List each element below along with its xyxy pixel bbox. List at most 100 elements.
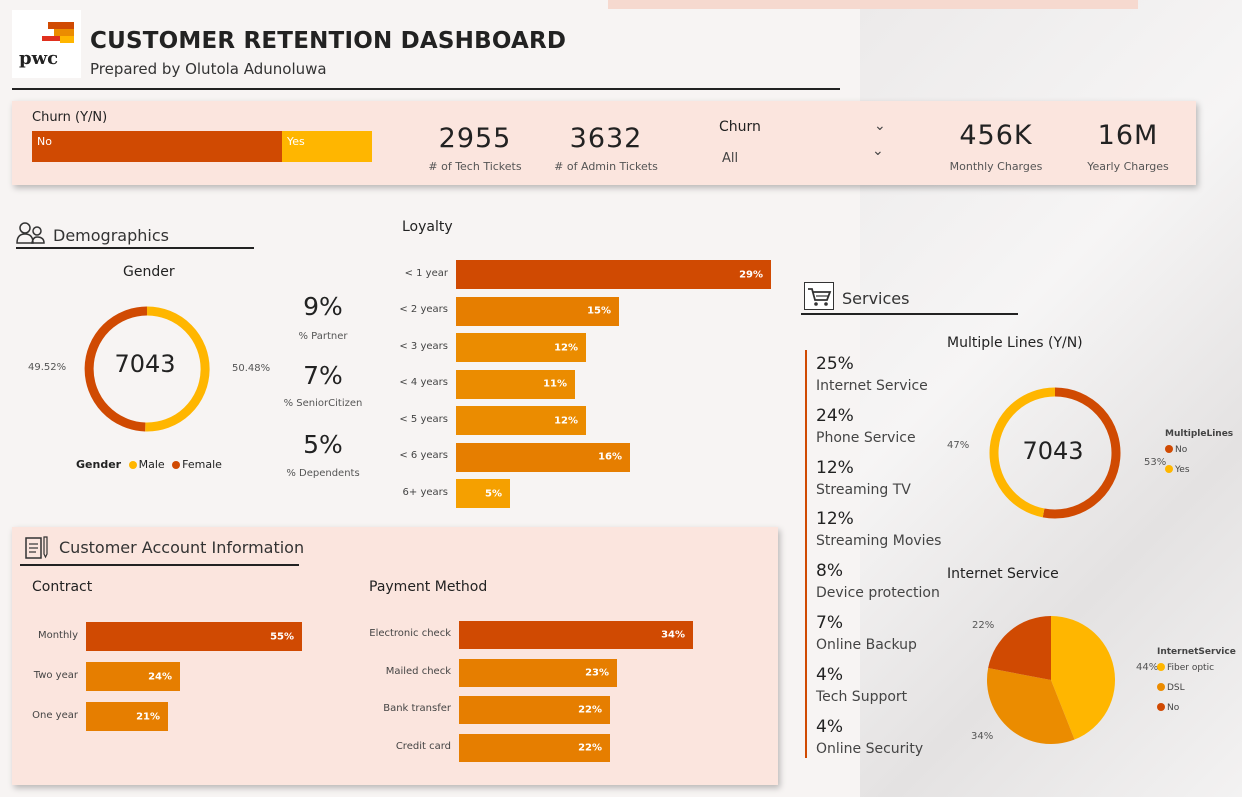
legend-dot-male: [128, 461, 137, 469]
contract-label: Monthly: [37, 629, 78, 641]
loyalty-bar[interactable]: 16%: [456, 442, 630, 472]
multiple-lines-yes-pct: 47%: [947, 440, 970, 451]
legend-dot-no-internet: [1157, 703, 1165, 711]
legend-no-label: No: [1175, 445, 1188, 455]
page-subtitle: Prepared by Olutola Adunoluwa: [90, 60, 327, 78]
page-title: CUSTOMER RETENTION DASHBOARD: [90, 28, 567, 54]
dependents-value: 5%: [303, 430, 343, 459]
legend-dot-fiber: [1157, 663, 1165, 671]
legend-dot-dsl: [1157, 683, 1165, 691]
internet-no-pct: 22%: [972, 620, 995, 631]
gender-legend-female[interactable]: Female: [168, 458, 222, 471]
loyalty-value-label: 5%: [485, 488, 502, 499]
contract-chart-title: Contract: [32, 579, 93, 595]
legend-female-label: Female: [182, 458, 222, 471]
gender-legend-title: Gender: [76, 458, 122, 471]
contract-bar[interactable]: 21%: [86, 702, 168, 731]
payment-value-label: 22%: [578, 742, 602, 753]
tech-tickets-value: 2955: [438, 123, 512, 154]
loyalty-label: 6+ years: [402, 486, 448, 498]
account-section-title: Customer Account Information: [59, 538, 305, 557]
payment-label: Mailed check: [385, 665, 451, 677]
multiple-lines-legend-no[interactable]: No: [1165, 445, 1187, 455]
churn-no-segment[interactable]: No: [32, 131, 282, 162]
demographics-section-title: Demographics: [53, 226, 169, 245]
gender-legend-male[interactable]: Male: [125, 458, 165, 471]
multiple-lines-legend-yes[interactable]: Yes: [1165, 465, 1190, 475]
loyalty-bar[interactable]: 12%: [456, 406, 586, 435]
loyalty-bar[interactable]: 12%: [456, 333, 586, 362]
loyalty-label: < 3 years: [399, 340, 448, 352]
partner-value: 9%: [303, 292, 343, 321]
services-section-title: Services: [842, 289, 910, 308]
loyalty-value-label: 12%: [554, 415, 578, 426]
loyalty-bar[interactable]: 29%: [456, 260, 771, 289]
internet-service-title: Internet Service: [947, 566, 1059, 582]
pwc-logo: pwc: [12, 10, 81, 78]
payment-chart-title: Payment Method: [369, 579, 488, 595]
loyalty-value-label: 11%: [543, 378, 567, 390]
internet-fiber-pct: 44%: [1136, 662, 1159, 673]
service-pct: 4%: [816, 664, 843, 685]
multiple-lines-total: 7043: [1022, 437, 1084, 465]
demographics-underline: [16, 247, 254, 249]
legend-fiber-label: Fiber optic: [1167, 663, 1215, 673]
service-label: Phone Service: [816, 429, 916, 446]
internet-legend-fiber[interactable]: Fiber optic: [1157, 663, 1214, 673]
internet-legend-dsl[interactable]: DSL: [1157, 683, 1185, 693]
loyalty-label: < 5 years: [399, 413, 448, 425]
dependents-label: % Dependents: [286, 468, 360, 479]
internet-service-pie-chart[interactable]: [986, 615, 1116, 745]
shopping-cart-icon: [804, 282, 834, 310]
payment-bar[interactable]: 22%: [459, 696, 610, 724]
contract-bar[interactable]: 24%: [86, 662, 180, 691]
multiple-lines-legend-title: MultipleLines: [1165, 429, 1234, 439]
internet-legend-no[interactable]: No: [1157, 703, 1179, 713]
loyalty-bar[interactable]: 11%: [456, 369, 575, 399]
loyalty-label: < 2 years: [399, 304, 448, 315]
service-pct: 7%: [816, 613, 843, 633]
loyalty-label: < 4 years: [399, 377, 448, 388]
chevron-down-icon[interactable]: ⌄: [874, 118, 886, 134]
loyalty-value-label: 12%: [554, 342, 578, 353]
contract-label: Two year: [33, 669, 78, 681]
loyalty-chart-title: Loyalty: [402, 219, 453, 235]
contract-label: One year: [32, 709, 78, 721]
partner-label: % Partner: [298, 331, 348, 342]
loyalty-label: < 6 years: [399, 450, 448, 461]
service-label: Online Backup: [816, 637, 917, 653]
chevron-down-icon: ⌄: [872, 143, 884, 159]
document-edit-icon: [25, 536, 48, 559]
service-label: Streaming Movies: [816, 533, 942, 550]
legend-dot-yes: [1165, 465, 1173, 473]
loyalty-bar[interactable]: 15%: [456, 296, 619, 326]
loyalty-bar[interactable]: 5%: [456, 479, 510, 508]
male-pct-label: 50.48%: [232, 363, 271, 374]
contract-value-label: 21%: [136, 711, 160, 722]
churn-no-label: No: [37, 135, 52, 148]
loyalty-value-label: 16%: [598, 451, 622, 463]
payment-value-label: 22%: [578, 704, 602, 716]
services-underline: [801, 313, 1018, 315]
service-pct: 24%: [816, 405, 854, 426]
top-accent-strip: [608, 0, 1138, 9]
loyalty-value-label: 29%: [739, 269, 763, 280]
multiple-lines-no-pct: 53%: [1144, 457, 1167, 468]
service-label: Tech Support: [816, 688, 908, 705]
admin-tickets-label: # of Admin Tickets: [554, 160, 658, 173]
female-pct-label: 49.52%: [28, 362, 67, 373]
legend-dsl-label: DSL: [1167, 683, 1185, 693]
payment-label: Electronic check: [369, 628, 451, 639]
churn-slicer-dropdown[interactable]: All ⌄: [716, 143, 892, 171]
payment-value-label: 23%: [585, 667, 609, 678]
payment-bar[interactable]: 23%: [459, 658, 617, 687]
services-accent-rule: [805, 350, 807, 758]
churn-yes-segment[interactable]: Yes: [282, 131, 372, 162]
legend-no-internet-label: No: [1167, 703, 1180, 713]
monthly-charges-value: 456K: [959, 120, 1033, 151]
service-label: Streaming TV: [816, 481, 911, 498]
yearly-charges-value: 16M: [1097, 120, 1159, 151]
payment-bar[interactable]: 34%: [459, 621, 693, 649]
payment-bar[interactable]: 22%: [459, 733, 610, 762]
contract-bar[interactable]: 55%: [86, 622, 302, 651]
